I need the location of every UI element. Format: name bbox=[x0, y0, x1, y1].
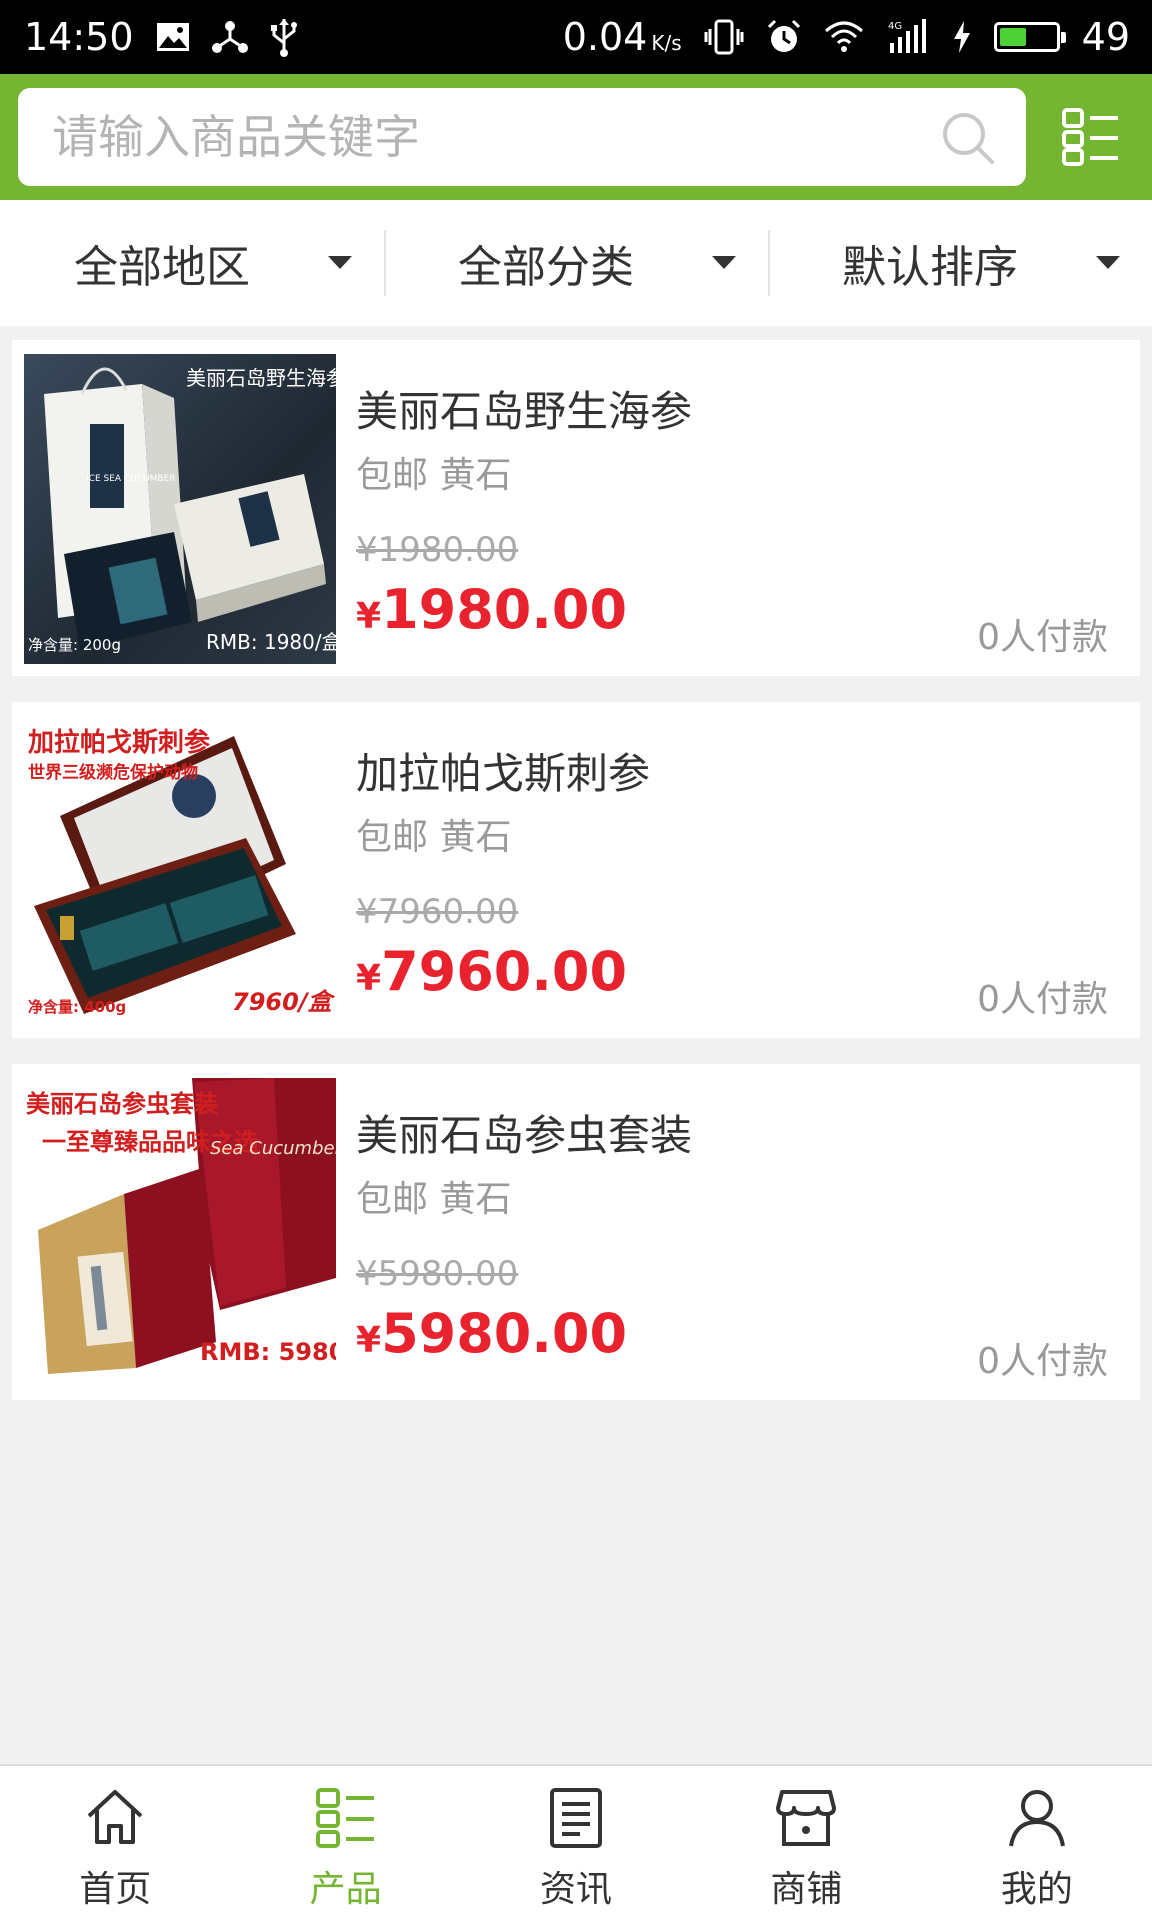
chevron-down-icon bbox=[712, 256, 736, 269]
product-price: ¥1980.00 bbox=[356, 578, 627, 641]
chevron-down-icon bbox=[1096, 256, 1120, 269]
product-name[interactable]: 加拉帕戈斯刺参 bbox=[356, 740, 650, 801]
network-speed-unit: K/s bbox=[651, 31, 682, 55]
svg-text:4G: 4G bbox=[888, 21, 902, 32]
product-sales-count: 0人付款 bbox=[977, 617, 1108, 658]
thumb-price-tag: 7960/盒 bbox=[232, 988, 332, 1016]
usb-icon bbox=[270, 15, 298, 59]
user-icon bbox=[1008, 1790, 1065, 1847]
charging-icon bbox=[952, 15, 972, 59]
product-thumbnail[interactable]: 美丽石岛参虫套装 一至尊臻品品味之选 RMB: 5980 Sea Cucumbe… bbox=[24, 1078, 336, 1388]
usb-tethering-icon bbox=[211, 15, 248, 59]
thumb-title: 美丽石岛参虫套装 bbox=[26, 1090, 218, 1118]
product-name[interactable]: 美丽石岛参虫套装 bbox=[356, 1102, 692, 1163]
product-original-price: ¥7960.00 bbox=[356, 892, 519, 932]
status-bar: 14:50 0.04 K/s 4G 49 bbox=[0, 0, 1152, 74]
signal-4g-icon: 4G bbox=[886, 15, 930, 59]
price-value: 7960.00 bbox=[381, 940, 628, 1003]
product-card[interactable]: 美丽石岛参虫套装 一至尊臻品品味之选 RMB: 5980 Sea Cucumbe… bbox=[12, 1064, 1140, 1400]
filter-category[interactable]: 全部分类 bbox=[384, 200, 768, 326]
search-input[interactable] bbox=[52, 88, 932, 186]
vibrate-icon bbox=[704, 15, 744, 59]
chevron-down-icon bbox=[328, 256, 352, 269]
tab-home-label: 首页 bbox=[79, 1869, 152, 1910]
filter-sort-label: 默认排序 bbox=[842, 242, 1018, 293]
thumb-brand: ICE SEA CUCUMBER bbox=[86, 474, 176, 484]
network-speed-value: 0.04 bbox=[562, 15, 648, 59]
thumb-net-weight: 净含量: 200g bbox=[28, 636, 121, 654]
search-header bbox=[0, 74, 1152, 200]
product-shipping-location: 包邮 黄石 bbox=[356, 1179, 512, 1220]
product-original-price: ¥5980.00 bbox=[356, 1254, 519, 1294]
news-icon bbox=[550, 1788, 603, 1848]
thumb-brand: Sea Cucumber bbox=[210, 1138, 336, 1159]
thumb-title: 美丽石岛野生海参 bbox=[186, 366, 336, 390]
battery-percent: 49 bbox=[1081, 15, 1130, 59]
price-value: 1980.00 bbox=[381, 578, 628, 641]
tab-news[interactable]: 资讯 bbox=[461, 1766, 691, 1920]
alarm-icon bbox=[766, 15, 802, 59]
price-currency: ¥ bbox=[356, 1320, 382, 1361]
tab-products-label: 产品 bbox=[309, 1869, 382, 1910]
filter-bar: 全部地区 全部分类 默认排序 bbox=[0, 200, 1152, 326]
products-icon bbox=[315, 1788, 374, 1848]
price-value: 5980.00 bbox=[381, 1302, 628, 1365]
product-sales-count: 0人付款 bbox=[977, 1341, 1108, 1382]
battery-icon bbox=[993, 22, 1066, 52]
home-icon bbox=[87, 1790, 143, 1844]
thumb-subtitle: 世界三级濒危保护动物 bbox=[28, 763, 198, 783]
shop-icon bbox=[776, 1790, 837, 1846]
search-box bbox=[18, 88, 1026, 186]
product-original-price: ¥1980.00 bbox=[356, 530, 519, 570]
product-name[interactable]: 美丽石岛野生海参 bbox=[356, 378, 692, 439]
product-thumbnail[interactable]: 加拉帕戈斯刺参 世界三级濒危保护动物 净含量: 400g 7960/盒 bbox=[24, 716, 336, 1026]
product-shipping-location: 包邮 黄石 bbox=[356, 455, 512, 496]
product-thumbnail[interactable]: 美丽石岛野生海参 净含量: 200g RMB: 1980/盒 ICE SEA C… bbox=[24, 354, 336, 664]
thumb-price-tag: RMB: 1980/盒 bbox=[206, 630, 336, 654]
category-menu-icon[interactable] bbox=[1062, 108, 1120, 166]
product-sales-count: 0人付款 bbox=[977, 979, 1108, 1020]
tab-mine-label: 我的 bbox=[1000, 1869, 1073, 1910]
status-time: 14:50 bbox=[24, 15, 134, 59]
filter-region-label: 全部地区 bbox=[74, 242, 250, 293]
tab-shop[interactable]: 商铺 bbox=[691, 1766, 921, 1920]
filter-sort[interactable]: 默认排序 bbox=[768, 200, 1152, 326]
thumb-net-weight: 净含量: 400g bbox=[28, 998, 127, 1016]
battery-level bbox=[999, 28, 1027, 46]
product-card[interactable]: 加拉帕戈斯刺参 世界三级濒危保护动物 净含量: 400g 7960/盒 加拉帕戈… bbox=[12, 702, 1140, 1038]
image-icon bbox=[156, 15, 190, 59]
wifi-icon bbox=[824, 15, 864, 59]
search-icon[interactable] bbox=[940, 110, 996, 166]
tab-products[interactable]: 产品 bbox=[230, 1766, 460, 1920]
network-speed: 0.04 K/s bbox=[563, 15, 682, 59]
product-price: ¥5980.00 bbox=[356, 1302, 627, 1365]
price-currency: ¥ bbox=[356, 596, 382, 637]
tab-home[interactable]: 首页 bbox=[0, 1766, 230, 1920]
tab-mine[interactable]: 我的 bbox=[922, 1766, 1152, 1920]
tab-news-label: 资讯 bbox=[540, 1869, 613, 1910]
filter-category-label: 全部分类 bbox=[458, 242, 634, 293]
price-currency: ¥ bbox=[356, 958, 382, 999]
tab-shop-label: 商铺 bbox=[770, 1869, 843, 1910]
product-list: 美丽石岛野生海参 净含量: 200g RMB: 1980/盒 ICE SEA C… bbox=[12, 340, 1140, 1426]
product-price: ¥7960.00 bbox=[356, 940, 627, 1003]
thumb-price-tag: RMB: 5980 bbox=[200, 1338, 336, 1366]
filter-region[interactable]: 全部地区 bbox=[0, 200, 384, 326]
bottom-tab-bar: 首页 产品 资讯 商铺 我的 bbox=[0, 1764, 1152, 1920]
thumb-title: 加拉帕戈斯刺参 bbox=[28, 728, 211, 758]
product-shipping-location: 包邮 黄石 bbox=[356, 817, 512, 858]
product-card[interactable]: 美丽石岛野生海参 净含量: 200g RMB: 1980/盒 ICE SEA C… bbox=[12, 340, 1140, 676]
